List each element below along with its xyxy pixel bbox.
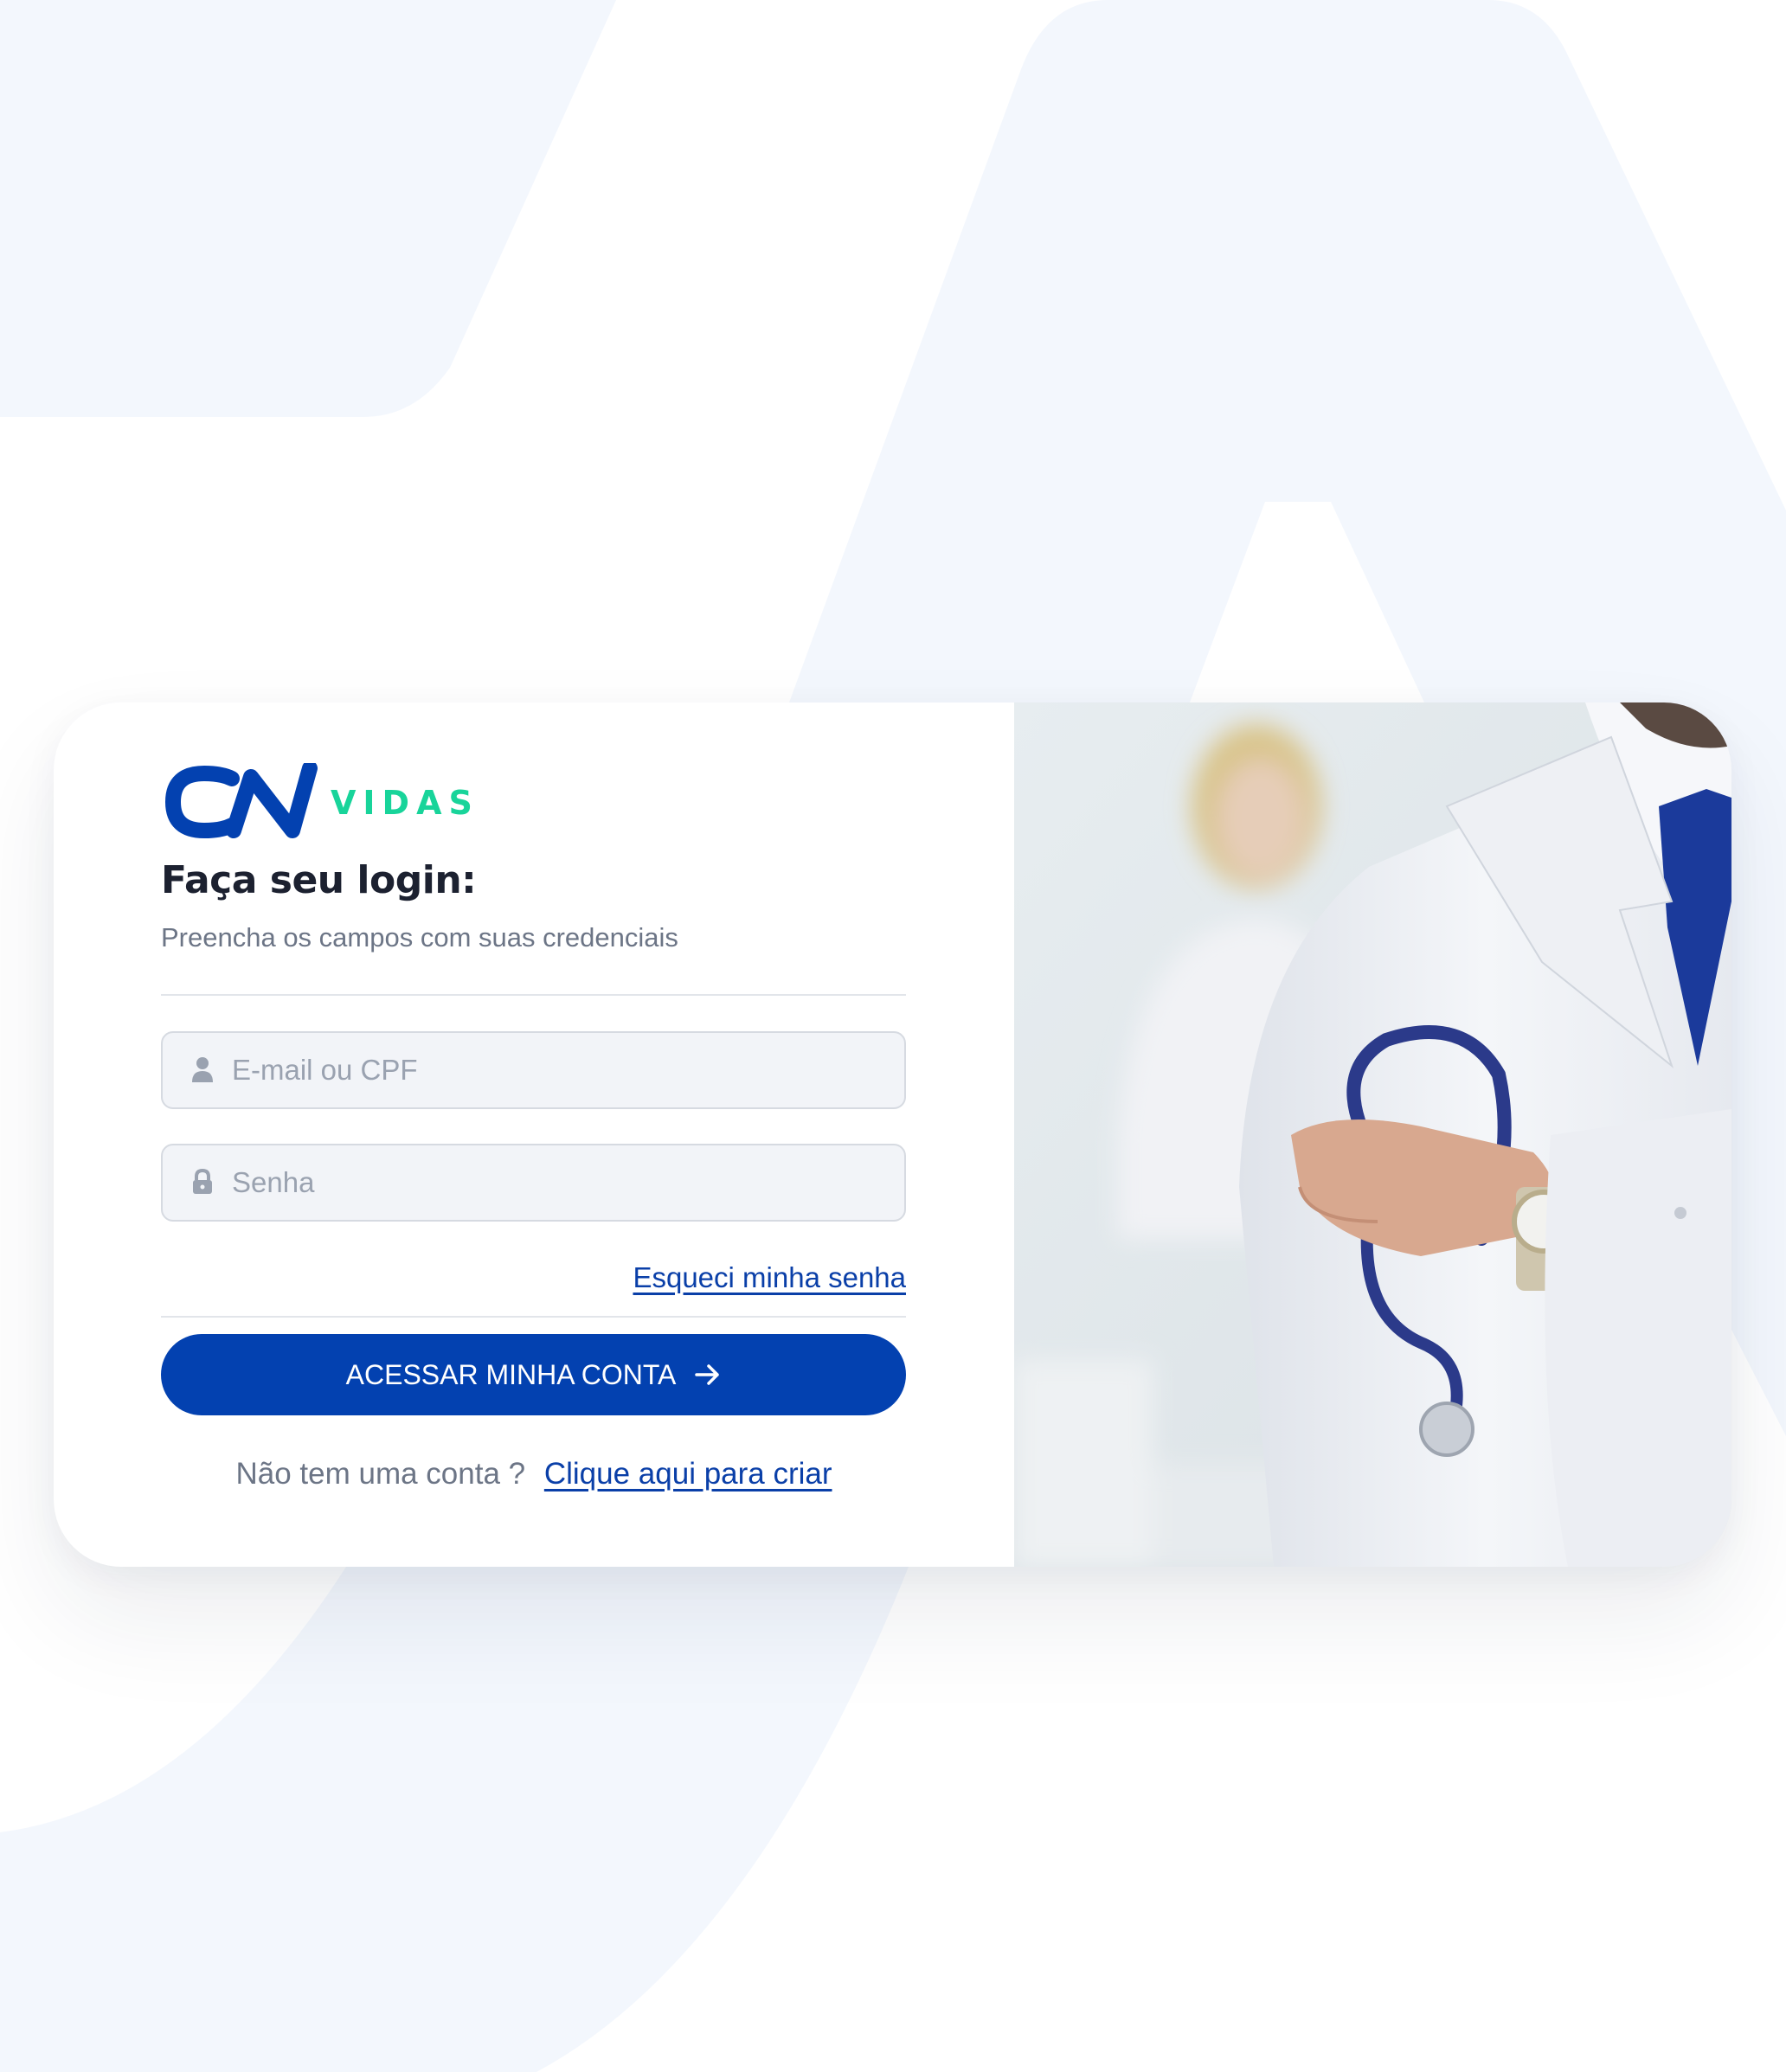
lock-icon bbox=[193, 1169, 212, 1194]
login-form-panel: VIDAS Faça seu login: Preencha os campos… bbox=[54, 702, 1014, 1567]
password-input[interactable] bbox=[232, 1145, 890, 1220]
login-submit-button[interactable]: ACESSAR MINHA CONTA bbox=[161, 1334, 906, 1415]
cn-logo-mark bbox=[164, 763, 318, 839]
brand-logo: VIDAS bbox=[161, 763, 490, 841]
hero-photo bbox=[1014, 702, 1731, 1567]
forgot-password-link[interactable]: Esqueci minha senha bbox=[633, 1261, 906, 1294]
doctor-illustration bbox=[1014, 702, 1731, 1567]
signup-prompt: Não tem uma conta ? bbox=[235, 1457, 526, 1491]
email-input[interactable] bbox=[232, 1033, 890, 1107]
user-icon bbox=[192, 1057, 213, 1082]
login-card: VIDAS Faça seu login: Preencha os campos… bbox=[54, 702, 1731, 1567]
brand-name: VIDAS bbox=[331, 784, 479, 822]
top-divider bbox=[161, 994, 906, 996]
arrow-right-icon bbox=[695, 1364, 720, 1385]
email-field[interactable] bbox=[161, 1031, 906, 1109]
bottom-divider bbox=[161, 1316, 906, 1318]
password-field[interactable] bbox=[161, 1144, 906, 1222]
signup-link[interactable]: Clique aqui para criar bbox=[544, 1457, 832, 1491]
page-title: Faça seu login: bbox=[161, 858, 477, 902]
signup-row: Não tem uma conta ? Clique aqui para cri… bbox=[54, 1457, 1014, 1491]
page-subtitle: Preencha os campos com suas credenciais bbox=[161, 922, 678, 953]
submit-label: ACESSAR MINHA CONTA bbox=[345, 1358, 677, 1390]
